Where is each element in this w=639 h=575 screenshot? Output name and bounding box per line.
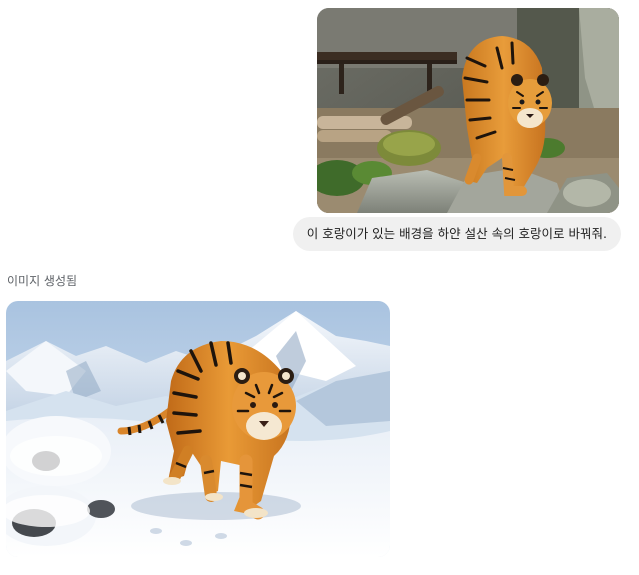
image-generated-label: 이미지 생성됨	[7, 274, 78, 288]
user-message-bubble: 이 호랑이가 있는 배경을 하얀 설산 속의 호랑이로 바꿔줘.	[292, 217, 621, 251]
user-uploaded-image[interactable]	[317, 8, 619, 213]
generated-image[interactable]	[6, 301, 390, 557]
tiger-in-snow-illustration	[6, 301, 390, 557]
tiger-on-rocks-illustration	[317, 8, 619, 213]
